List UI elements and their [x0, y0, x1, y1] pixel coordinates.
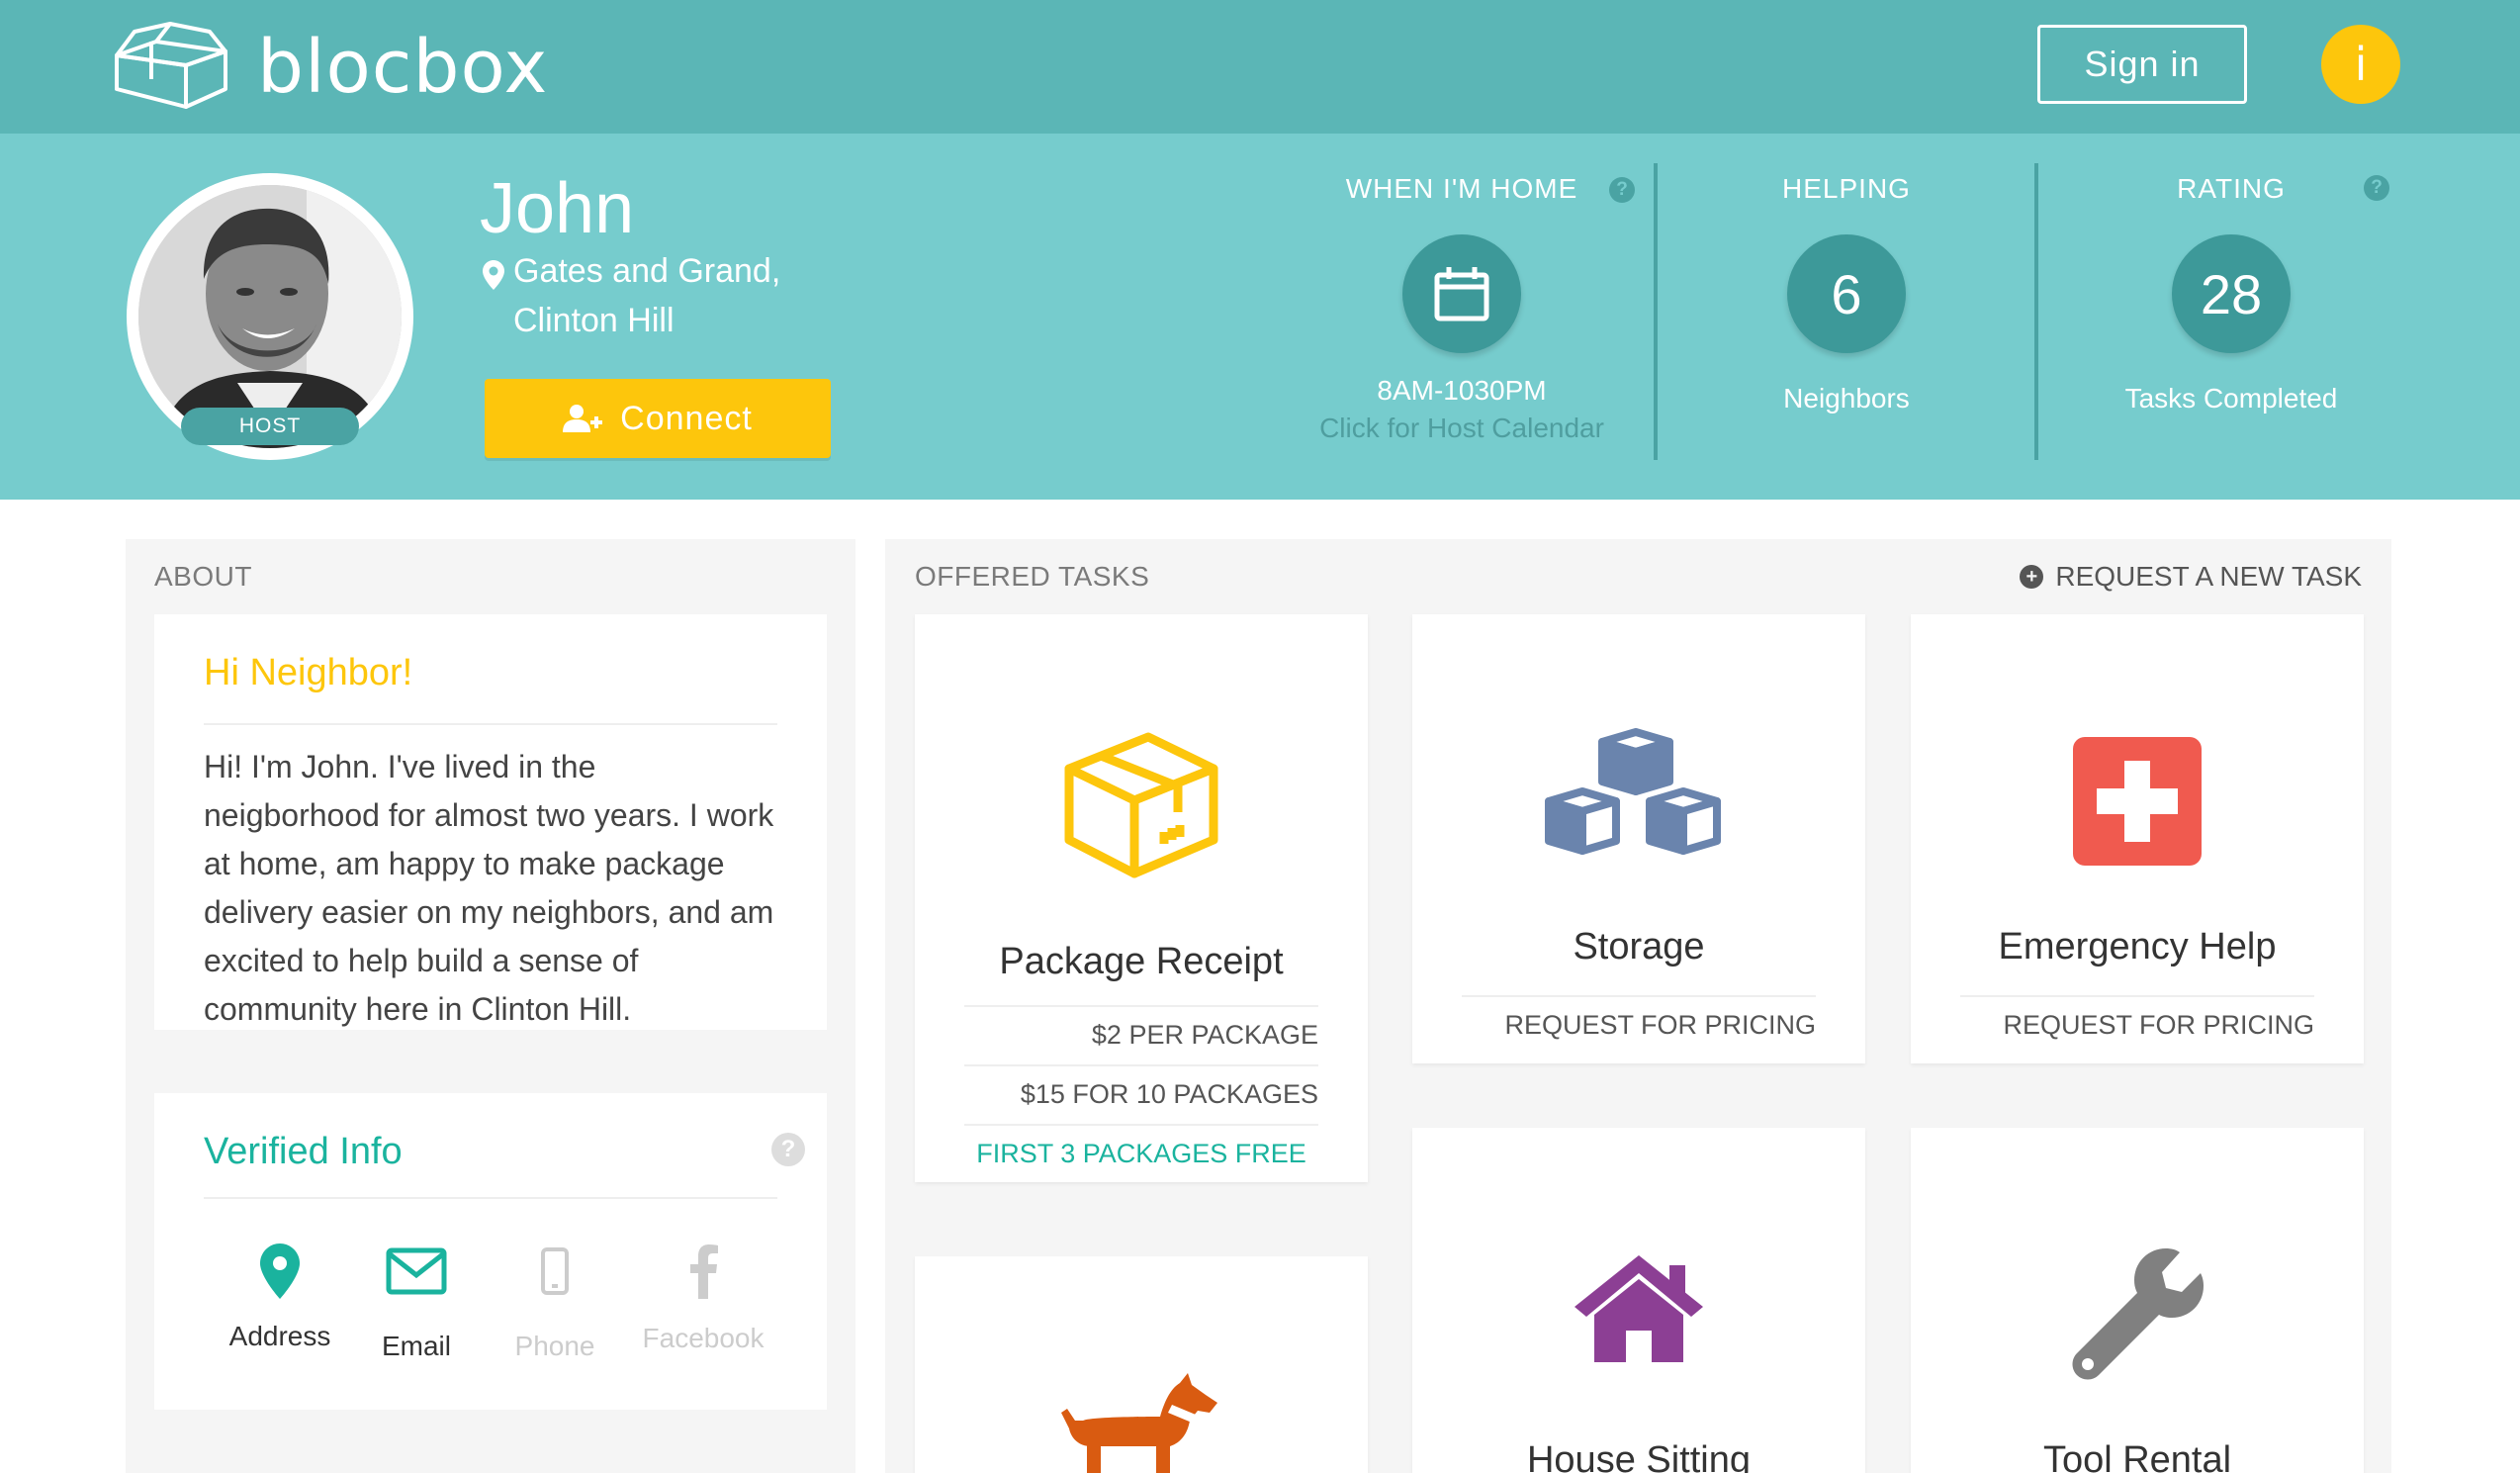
rating-stat: RATING 28 Tasks Completed	[2043, 173, 2419, 414]
about-panel: ABOUT Hi Neighbor! Hi! I'm John. I've li…	[126, 539, 855, 1473]
task-title: Storage	[1573, 926, 1705, 967]
task-request-pricing[interactable]: REQUEST FOR PRICING	[2003, 1010, 2314, 1041]
task-card-emergency-help[interactable]: Emergency Help REQUEST FOR PRICING	[1911, 614, 2364, 1063]
plus-circle-icon: +	[2020, 565, 2044, 589]
about-greeting: Hi Neighbor!	[204, 652, 413, 693]
when-home-title: WHEN I'M HOME	[1345, 173, 1578, 204]
verified-email-label: Email	[381, 1331, 451, 1361]
task-divider	[1462, 995, 1816, 997]
about-card: Hi Neighbor! Hi! I'm John. I've lived in…	[154, 614, 827, 1030]
verified-phone-label: Phone	[514, 1331, 595, 1361]
task-price-bundle: $15 FOR 10 PACKAGES	[1020, 1079, 1318, 1109]
logo-box-icon	[115, 22, 227, 109]
task-title: Package Receipt	[999, 941, 1284, 982]
envelope-icon	[386, 1247, 447, 1295]
verified-phone: Phone	[481, 1242, 629, 1362]
task-title: House Sitting	[1526, 1439, 1751, 1473]
request-new-task-label: REQUEST A NEW TASK	[2055, 561, 2362, 592]
stat-divider	[1654, 163, 1658, 460]
task-divider	[1960, 995, 2314, 997]
task-card-storage[interactable]: Storage REQUEST FOR PRICING	[1412, 614, 1865, 1063]
wrench-icon	[2072, 1248, 2204, 1380]
helping-label: Neighbors	[1783, 383, 1910, 414]
task-title: Emergency Help	[1998, 926, 2277, 967]
location-line-1: Gates and Grand,	[513, 252, 781, 290]
top-navbar: blocbox Sign in i	[0, 0, 2520, 134]
request-new-task-link[interactable]: + REQUEST A NEW TASK	[2020, 561, 2362, 593]
task-divider	[964, 1064, 1318, 1066]
task-card-house-sitting[interactable]: House Sitting	[1412, 1128, 1865, 1473]
dog-icon	[1061, 1373, 1217, 1473]
blocbox-logo[interactable]: blocbox	[107, 20, 548, 115]
about-section-label: ABOUT	[154, 561, 252, 592]
task-title: Tool Rental	[2042, 1439, 2232, 1473]
card-divider	[204, 723, 777, 725]
helping-title: HELPING	[1782, 173, 1911, 204]
location-pin-icon	[483, 260, 504, 290]
host-calendar-button[interactable]	[1402, 234, 1521, 353]
task-card-pet-care[interactable]	[915, 1256, 1368, 1473]
location-line-2: Clinton Hill	[513, 302, 675, 339]
info-button[interactable]: i	[2321, 25, 2400, 104]
offered-tasks-label: OFFERED TASKS	[915, 561, 1150, 592]
first-aid-icon	[2073, 737, 2202, 866]
verified-facebook-label: Facebook	[642, 1323, 765, 1353]
map-pin-icon	[260, 1243, 300, 1299]
about-text: Hi! I'm John. I've lived in the neigborh…	[204, 749, 774, 1027]
calendar-icon	[1434, 267, 1489, 322]
verified-help-icon[interactable]: ?	[771, 1133, 805, 1166]
avatar-frame: HOST	[127, 173, 413, 460]
house-icon	[1575, 1255, 1703, 1362]
connect-label: Connect	[620, 399, 753, 437]
task-divider	[964, 1005, 1318, 1007]
when-home-help-icon[interactable]: ?	[1609, 177, 1635, 203]
rating-label: Tasks Completed	[2124, 383, 2338, 414]
stat-divider	[2034, 163, 2038, 460]
helping-stat: HELPING 6 Neighbors	[1659, 173, 2034, 414]
facebook-icon	[690, 1244, 718, 1299]
verified-address: Address	[206, 1242, 354, 1352]
storage-boxes-icon	[1545, 728, 1721, 855]
host-calendar-link[interactable]: Click for Host Calendar	[1274, 413, 1650, 444]
rating-count: 28	[2172, 234, 2291, 353]
verified-facebook: Facebook	[629, 1242, 777, 1354]
task-request-pricing[interactable]: REQUEST FOR PRICING	[1504, 1010, 1816, 1041]
host-badge: HOST	[181, 408, 359, 445]
task-card-tool-rental[interactable]: Tool Rental	[1911, 1128, 2364, 1473]
phone-icon	[541, 1247, 569, 1295]
task-price-per-package: $2 PER PACKAGE	[1091, 1020, 1318, 1050]
helping-count: 6	[1787, 234, 1906, 353]
rating-help-icon[interactable]: ?	[2364, 175, 2389, 201]
task-promo: FIRST 3 PACKAGES FREE	[976, 1139, 1306, 1168]
task-card-package-receipt[interactable]: Package Receipt $2 PER PACKAGE $15 FOR 1…	[915, 614, 1368, 1182]
profile-header: HOST John Gates and Grand, Clinton Hill …	[0, 134, 2520, 500]
verified-info-title: Verified Info	[204, 1131, 403, 1172]
connect-button[interactable]: Connect	[485, 379, 831, 458]
verified-info-card: Verified Info ? Address Email Phone Face…	[154, 1093, 827, 1410]
card-divider	[204, 1197, 777, 1199]
sign-in-button[interactable]: Sign in	[2037, 25, 2247, 104]
home-hours: 8AM-1030PM	[1377, 375, 1547, 406]
rating-title: RATING	[2177, 173, 2286, 204]
verified-address-label: Address	[228, 1321, 331, 1351]
task-divider	[964, 1124, 1318, 1126]
when-home-stat: WHEN I'M HOME 8AM-1030PM Click for Host …	[1274, 173, 1650, 444]
logo-wordmark: blocbox	[257, 25, 549, 110]
verified-email: Email	[342, 1242, 491, 1362]
add-user-icon	[563, 405, 603, 432]
offered-tasks-panel: OFFERED TASKS + REQUEST A NEW TASK Packa…	[885, 539, 2391, 1473]
profile-name: John	[480, 169, 635, 248]
package-box-icon	[1064, 732, 1218, 878]
